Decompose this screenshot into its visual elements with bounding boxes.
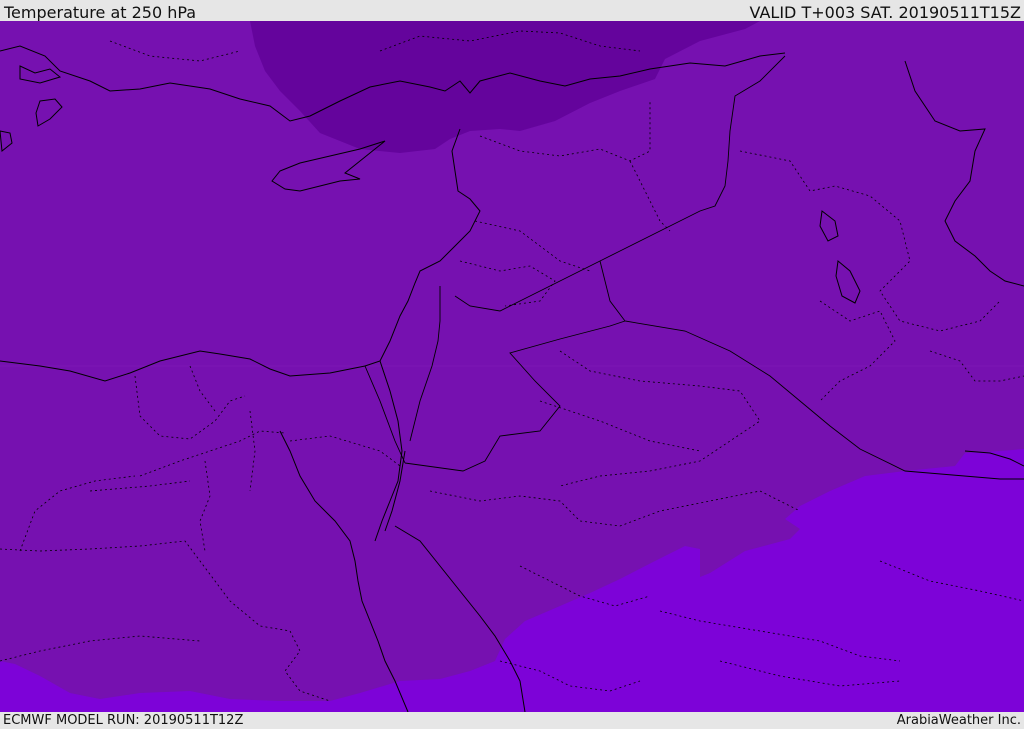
model-run: ECMWF MODEL RUN: 20190511T12Z	[3, 713, 244, 728]
map-viewer: Temperature at 250 hPa VALID T+003 SAT. …	[0, 0, 1024, 729]
map-title: Temperature at 250 hPa	[4, 3, 197, 22]
temperature-map[interactable]	[0, 21, 1024, 712]
provider-credit: ArabiaWeather Inc.	[896, 713, 1021, 728]
map-header: Temperature at 250 hPa VALID T+003 SAT. …	[0, 0, 1024, 22]
map-footer: ECMWF MODEL RUN: 20190511T12Z ArabiaWeat…	[0, 712, 1024, 729]
valid-time: VALID T+003 SAT. 20190511T15Z	[749, 3, 1021, 22]
map-canvas	[0, 21, 1024, 712]
